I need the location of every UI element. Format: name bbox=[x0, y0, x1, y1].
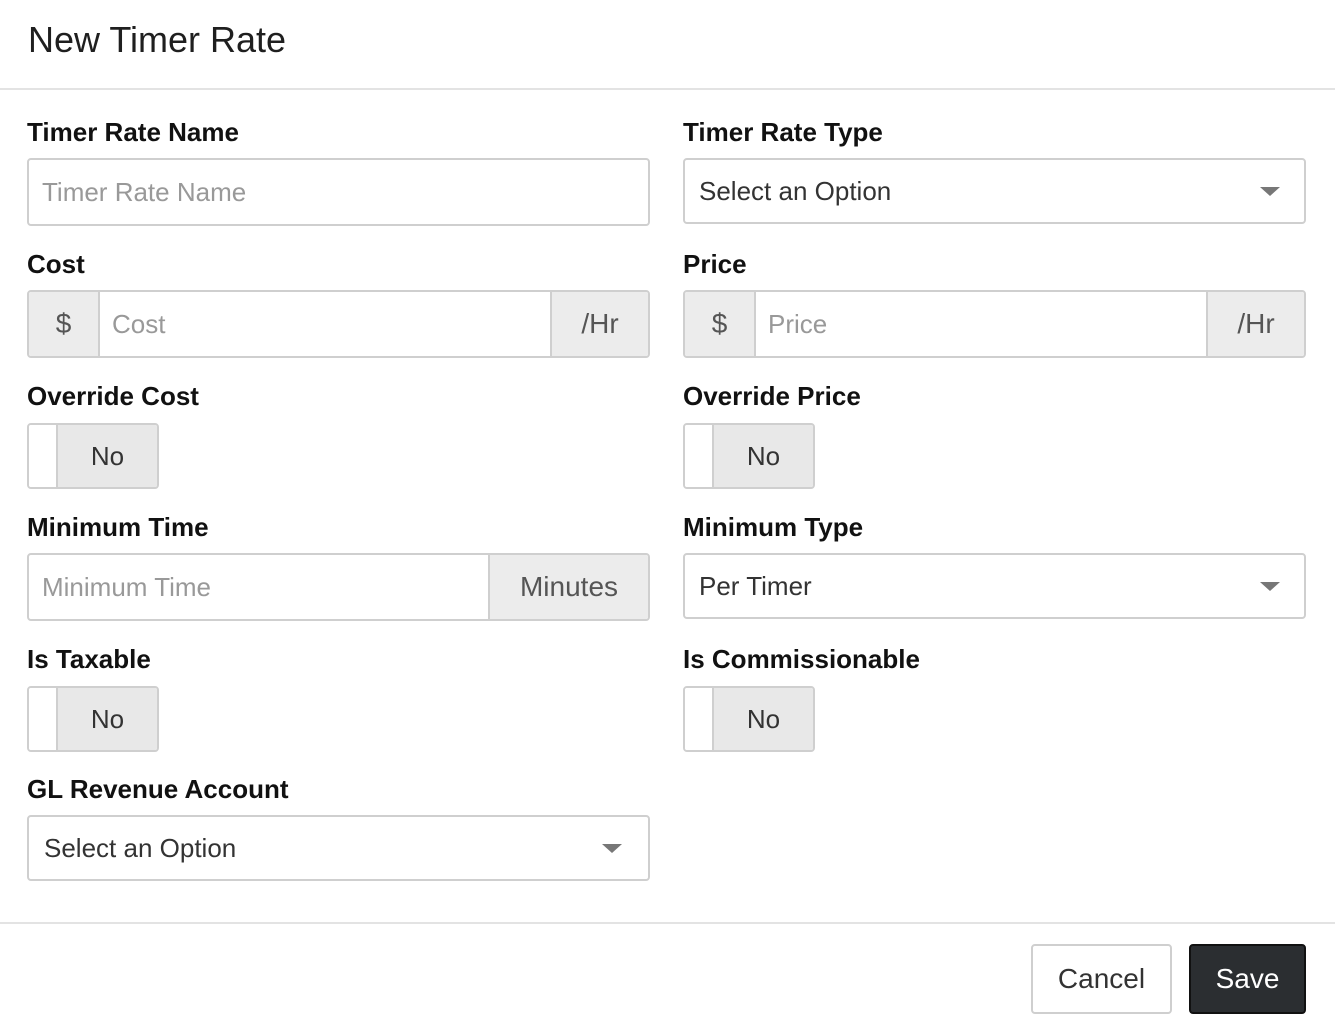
toggle-knob bbox=[685, 425, 714, 487]
toggle-state: No bbox=[714, 425, 813, 487]
toggle-state: No bbox=[714, 688, 813, 750]
gl-revenue-account-field: GL Revenue Account Select an Option bbox=[27, 773, 650, 881]
override-cost-label: Override Cost bbox=[27, 381, 199, 411]
override-price-toggle[interactable]: No bbox=[683, 423, 815, 489]
is-commissionable-toggle[interactable]: No bbox=[683, 686, 815, 752]
dialog-title: New Timer Rate bbox=[28, 19, 287, 60]
toggle-state: No bbox=[58, 425, 157, 487]
dialog-header: New Timer Rate bbox=[0, 0, 1335, 90]
is-taxable-label: Is Taxable bbox=[27, 644, 151, 674]
chevron-down-icon bbox=[1260, 581, 1280, 591]
dialog-footer: Cancel Save bbox=[0, 922, 1335, 1026]
override-price-field: Override Price No bbox=[683, 380, 983, 489]
timer-rate-type-select[interactable]: Select an Option bbox=[683, 158, 1306, 224]
price-label: Price bbox=[683, 249, 747, 279]
gl-revenue-account-select[interactable]: Select an Option bbox=[27, 815, 650, 881]
minimum-type-select[interactable]: Per Timer bbox=[683, 553, 1306, 619]
timer-rate-name-input[interactable]: Timer Rate Name bbox=[27, 158, 650, 226]
is-commissionable-field: Is Commissionable No bbox=[683, 643, 983, 752]
per-hour-suffix: /Hr bbox=[1206, 292, 1304, 356]
per-hour-suffix: /Hr bbox=[550, 292, 648, 356]
timer-rate-type-field: Timer Rate Type Select an Option bbox=[683, 116, 1306, 224]
minimum-type-label: Minimum Type bbox=[683, 512, 864, 542]
override-price-label: Override Price bbox=[683, 381, 861, 411]
minimum-type-selected: Per Timer bbox=[699, 570, 812, 601]
save-button[interactable]: Save bbox=[1189, 944, 1306, 1014]
timer-rate-name-label: Timer Rate Name bbox=[27, 117, 239, 147]
toggle-knob bbox=[685, 688, 714, 750]
chevron-down-icon bbox=[602, 843, 622, 853]
override-cost-toggle[interactable]: No bbox=[27, 423, 159, 489]
minimum-time-input[interactable]: Minimum Time bbox=[29, 555, 488, 619]
cost-input[interactable]: Cost bbox=[100, 292, 550, 356]
minimum-time-field: Minimum Time Minimum Time Minutes bbox=[27, 511, 650, 621]
dialog-body: Timer Rate Name Timer Rate Name Timer Ra… bbox=[0, 90, 1335, 924]
price-input-group: $ Price /Hr bbox=[683, 290, 1306, 358]
is-taxable-field: Is Taxable No bbox=[27, 643, 327, 752]
dollar-prefix: $ bbox=[29, 292, 100, 356]
toggle-knob bbox=[29, 688, 58, 750]
timer-rate-type-label: Timer Rate Type bbox=[683, 117, 883, 147]
chevron-down-icon bbox=[1260, 186, 1280, 196]
cost-input-group: $ Cost /Hr bbox=[27, 290, 650, 358]
timer-rate-type-selected: Select an Option bbox=[699, 175, 892, 206]
toggle-knob bbox=[29, 425, 58, 487]
override-cost-field: Override Cost No bbox=[27, 380, 327, 489]
new-timer-rate-dialog: New Timer Rate Timer Rate Name Timer Rat… bbox=[0, 0, 1335, 1026]
is-taxable-toggle[interactable]: No bbox=[27, 686, 159, 752]
minimum-time-label: Minimum Time bbox=[27, 512, 209, 542]
minutes-suffix: Minutes bbox=[488, 555, 648, 619]
gl-revenue-account-selected: Select an Option bbox=[44, 832, 237, 863]
cost-field: Cost $ Cost /Hr bbox=[27, 248, 650, 358]
price-input[interactable]: Price bbox=[756, 292, 1206, 356]
minimum-type-field: Minimum Type Per Timer bbox=[683, 511, 1306, 619]
cost-label: Cost bbox=[27, 249, 85, 279]
dollar-prefix: $ bbox=[685, 292, 756, 356]
toggle-state: No bbox=[58, 688, 157, 750]
timer-rate-name-field: Timer Rate Name Timer Rate Name bbox=[27, 116, 650, 226]
cancel-button[interactable]: Cancel bbox=[1031, 944, 1172, 1014]
is-commissionable-label: Is Commissionable bbox=[683, 644, 920, 674]
minimum-time-input-group: Minimum Time Minutes bbox=[27, 553, 650, 621]
gl-revenue-account-label: GL Revenue Account bbox=[27, 774, 289, 804]
price-field: Price $ Price /Hr bbox=[683, 248, 1306, 358]
